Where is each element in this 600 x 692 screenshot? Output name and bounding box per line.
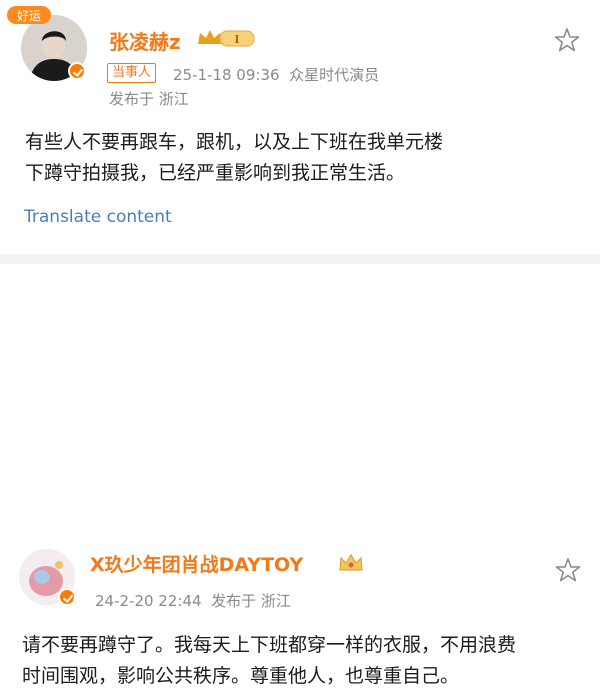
star-icon[interactable] xyxy=(555,557,581,583)
content-line: 请不要再蹲守了。我每天上下班都穿一样的衣服，不用浪费 xyxy=(22,634,517,656)
content-line: 下蹲守拍摄我，已经严重影响到我正常生活。 xyxy=(25,162,406,184)
verified-badge-icon xyxy=(68,62,86,80)
lucky-tag-icon: 好运 xyxy=(7,6,51,24)
svg-text:好运: 好运 xyxy=(17,9,41,23)
vip-crown-icon: I xyxy=(198,30,255,47)
weibo-post-2: X玖少年团肖战DAYTOY 24-2-20 22:44 发布于 浙江 请不要再蹲… xyxy=(0,264,600,687)
timestamp: 24-2-20 22:44 xyxy=(95,592,202,610)
weibo-post-1: 好运 张凌赫z I 当事人 25-1-18 09:36 众星时代演员 发布于 浙… xyxy=(0,0,600,254)
source: 众星时代演员 xyxy=(289,66,380,84)
username-2[interactable]: X玖少年团肖战DAYTOY xyxy=(90,550,303,577)
post-meta-2: 24-2-20 22:44 发布于 浙江 xyxy=(95,590,291,611)
divider xyxy=(0,254,600,264)
location: 发布于 浙江 xyxy=(109,90,189,108)
content-line: 有些人不要再跟车，跟机，以及上下班在我单元楼 xyxy=(25,131,444,153)
party-tag: 当事人 xyxy=(107,63,157,83)
location: 发布于 浙江 xyxy=(211,592,291,610)
content-line: 时间围观，影响公共秩序。尊重他人，也尊重自己。 xyxy=(22,665,460,687)
timestamp: 25-1-18 09:36 xyxy=(173,66,280,84)
post-content-1: 有些人不要再跟车，跟机，以及上下班在我单元楼 下蹲守拍摄我，已经严重影响到我正常… xyxy=(25,127,565,189)
fan-crown-icon xyxy=(339,554,363,571)
translate-link[interactable]: Translate content xyxy=(24,207,172,227)
username-1[interactable]: 张凌赫z xyxy=(109,26,181,55)
svg-text:I: I xyxy=(234,33,239,46)
verified-badge-icon xyxy=(58,588,76,606)
star-icon[interactable] xyxy=(554,27,580,53)
post-content-2: 请不要再蹲守了。我每天上下班都穿一样的衣服，不用浪费 时间围观，影响公共秩序。尊… xyxy=(22,630,582,692)
post-meta-1: 25-1-18 09:36 众星时代演员 xyxy=(173,64,379,85)
